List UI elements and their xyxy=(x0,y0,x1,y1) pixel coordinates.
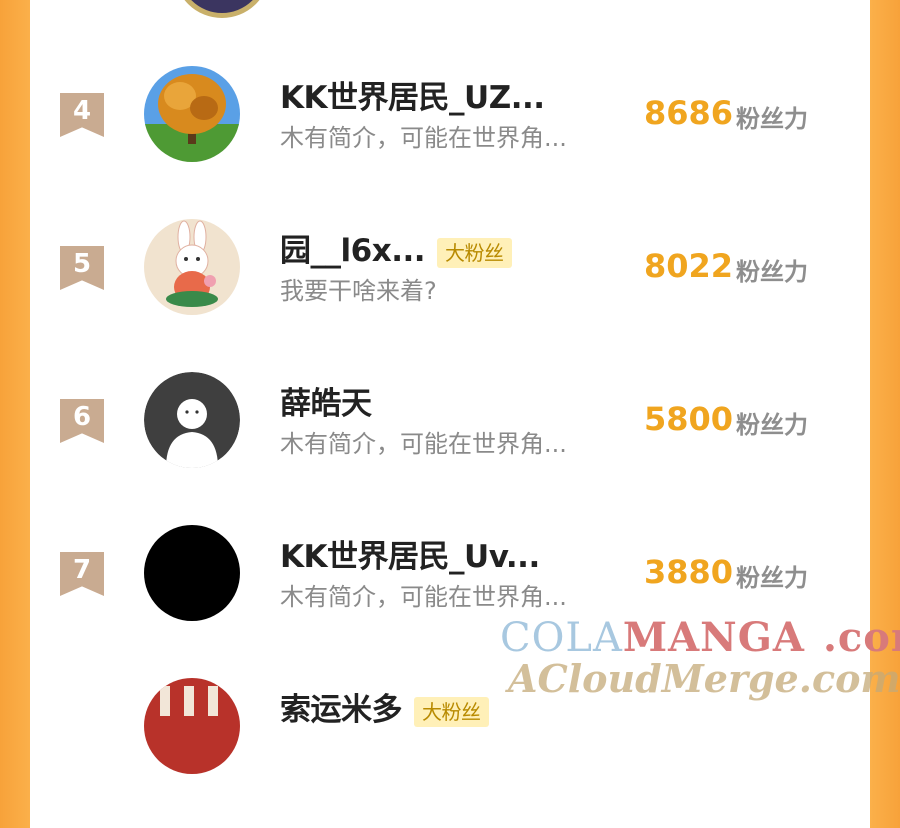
previous-row-avatar[interactable] xyxy=(174,0,270,18)
rank-tag: 6 xyxy=(60,399,104,443)
fan-ranking-panel: 4 KK世界居民_UZ... 木有简介，可能在世界角... 8686 粉丝力 5 xyxy=(30,0,870,774)
rank-tag: 5 xyxy=(60,246,104,290)
watermark-dotcom: .com xyxy=(822,614,900,661)
user-name[interactable]: KK世界居民_UZ... xyxy=(280,72,545,117)
user-bio: 木有简介，可能在世界角... xyxy=(280,430,567,458)
user-bio: 我要干啥来着? xyxy=(280,277,437,305)
big-fan-badge: 大粉丝 xyxy=(437,237,512,268)
user-bio: 木有简介，可能在世界角... xyxy=(280,124,567,152)
user-name[interactable]: KK世界居民_Uv... xyxy=(280,531,540,576)
fan-power-label: 粉丝力 xyxy=(736,564,808,592)
user-name-text: 索运米多 xyxy=(280,692,403,728)
avatar[interactable] xyxy=(144,678,240,774)
fan-power-label: 粉丝力 xyxy=(736,258,808,286)
user-name-text: 园__l6x... xyxy=(280,233,426,269)
ranking-row[interactable]: 5 园__l6x... 大粉丝 我要干啥来着? 8022 粉丝力 xyxy=(30,219,870,369)
avatar[interactable] xyxy=(144,525,240,621)
user-name[interactable]: 索运米多 大粉丝 xyxy=(280,684,489,729)
watermark-colamanga: COLAMANGA .com xyxy=(500,614,900,661)
fan-power-score: 3880 xyxy=(644,553,734,591)
watermark-manga: MANGA xyxy=(622,614,805,661)
rank-tag: 4 xyxy=(60,93,104,137)
fan-power-label: 粉丝力 xyxy=(736,105,808,133)
watermark-acloudmerge: ACloudMerge.com xyxy=(508,656,900,701)
ranking-row[interactable]: 6 薛皓天 木有简介，可能在世界角... 5800 粉丝力 xyxy=(30,372,870,522)
fan-power-label: 粉丝力 xyxy=(736,411,808,439)
fan-power-score: 8022 xyxy=(644,247,734,285)
rank-tag: 7 xyxy=(60,552,104,596)
fan-power-score: 5800 xyxy=(644,400,734,438)
user-name[interactable]: 园__l6x... 大粉丝 xyxy=(280,225,512,270)
watermark-cola: COLA xyxy=(500,615,623,661)
avatar[interactable] xyxy=(144,66,240,162)
fan-power-score: 8686 xyxy=(644,94,734,132)
avatar[interactable] xyxy=(144,372,240,468)
user-name[interactable]: 薛皓天 xyxy=(280,378,372,423)
user-bio: 木有简介，可能在世界角... xyxy=(280,583,567,611)
avatar[interactable] xyxy=(144,219,240,315)
ranking-row[interactable]: 4 KK世界居民_UZ... 木有简介，可能在世界角... 8686 粉丝力 xyxy=(30,66,870,216)
big-fan-badge: 大粉丝 xyxy=(414,696,489,727)
